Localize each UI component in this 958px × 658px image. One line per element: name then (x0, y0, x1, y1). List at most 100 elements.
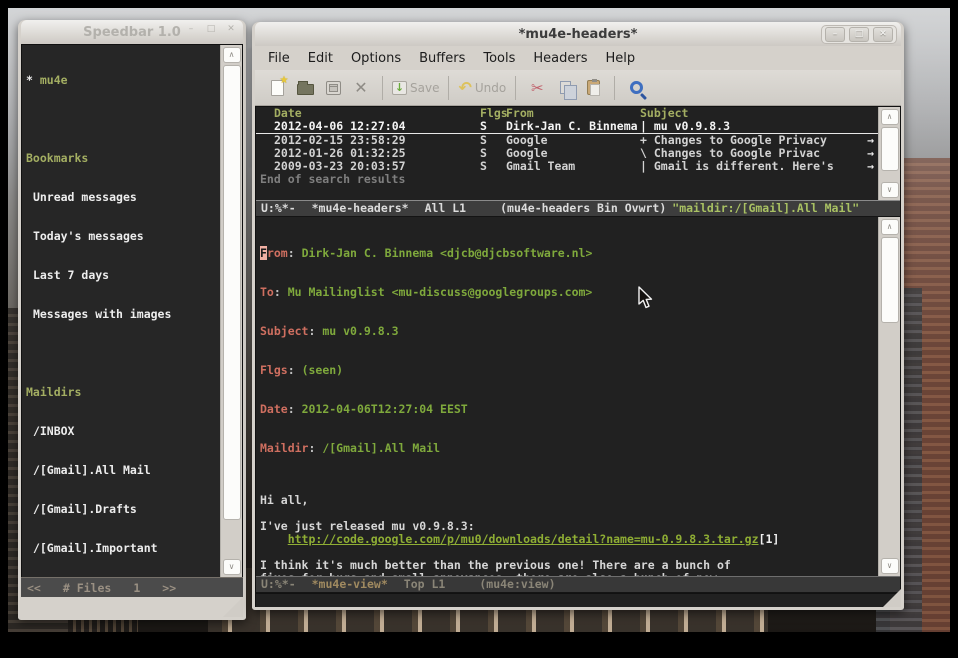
scroll-down-icon[interactable]: ∨ (223, 559, 241, 575)
cut-icon: ✂ (531, 79, 544, 97)
undo-icon: ↶ (458, 78, 471, 97)
modeline-major-mode[interactable]: (mu4e-headers Bin Ovwrt) (500, 202, 666, 215)
minimize-icon[interactable]: – (183, 23, 199, 38)
menubar: File Edit Options Buffers Tools Headers … (255, 46, 901, 70)
minimize-icon[interactable]: – (825, 27, 845, 42)
speedbar-section-bookmarks: Bookmarks (26, 152, 220, 165)
menu-item-edit[interactable]: Edit (299, 49, 342, 68)
echo-area[interactable] (256, 593, 900, 607)
speedbar-item-inbox[interactable]: /INBOX (26, 425, 220, 438)
toolbar-separator (614, 76, 615, 100)
speedbar-root-mu4e[interactable]: mu4e (40, 73, 68, 87)
speedbar-item-unread-messages[interactable]: Unread messages (26, 191, 220, 204)
resize-grip[interactable] (223, 597, 243, 617)
emacs-frame: Date Flgs From Subject 2012-04-06 12:27:… (255, 106, 901, 607)
speedbar-scroll-right[interactable]: >> (162, 581, 176, 595)
undo-button[interactable]: ↶ Undo (456, 74, 508, 102)
open-folder-icon (297, 84, 314, 95)
speedbar-item-important[interactable]: /[Gmail].Important (26, 542, 220, 555)
speedbar-scrollbar[interactable]: ∧ ∨ (220, 45, 242, 577)
speedbar-section-maildirs: Maildirs (26, 386, 220, 399)
maximize-icon[interactable]: □ (203, 23, 219, 38)
view-modeline: U:%*- *mu4e-view* Top L1 (mu4e:view) (256, 576, 900, 593)
speedbar-window-controls: – □ ✕ (183, 23, 239, 38)
text-cursor: F (260, 246, 267, 260)
message-view: From: Dirk-Jan C. Binnema <djcb@djcbsoft… (256, 217, 878, 576)
new-file-button[interactable]: ★ (263, 74, 291, 102)
scrollbar-thumb[interactable] (881, 127, 899, 171)
scroll-down-icon[interactable]: ∨ (881, 558, 899, 574)
kill-buffer-button[interactable]: ✕ (347, 74, 375, 102)
scroll-down-icon[interactable]: ∨ (881, 182, 899, 198)
speedbar-item-messages-with-images[interactable]: Messages with images (26, 308, 220, 321)
headers-scrollbar[interactable]: ∧ ∨ (878, 107, 900, 200)
body-text: I think it's much better than the previo… (260, 558, 745, 576)
close-icon[interactable]: ✕ (223, 23, 239, 38)
field-subject: Subject: mu v0.9.8.3 (260, 325, 878, 338)
paste-icon (587, 80, 600, 95)
message-body: Hi all, I've just released mu v0.9.8.3: … (260, 481, 878, 576)
cut-button[interactable]: ✂ (523, 74, 551, 102)
modeline-position: All L1 (425, 202, 467, 215)
maximize-icon[interactable]: □ (849, 27, 869, 42)
copy-button[interactable] (551, 74, 579, 102)
footnote-ref: [1] (759, 532, 780, 546)
end-of-search-results: End of search results (256, 173, 878, 186)
headers-modeline: U:%*- *mu4e-headers* All L1 (mu4e-header… (256, 200, 900, 217)
modeline-major-mode[interactable]: (mu4e:view) (479, 578, 555, 591)
download-link[interactable]: http://code.google.com/p/mu0/downloads/d… (288, 532, 759, 546)
dired-button[interactable] (319, 74, 347, 102)
speedbar-item-todays-messages[interactable]: Today's messages (26, 230, 220, 243)
star-icon: ★ (280, 75, 289, 86)
scrollbar-thumb[interactable] (881, 237, 899, 323)
modeline-status: U:%*- (261, 578, 296, 591)
undo-button-label: Undo (475, 81, 506, 95)
field-to: To: Mu Mailinglist <mu-discuss@googlegro… (260, 286, 878, 299)
main-window-controls: – □ ✕ (821, 25, 897, 44)
menu-item-tools[interactable]: Tools (474, 49, 524, 68)
field-maildir: Maildir: /[Gmail].All Mail (260, 442, 878, 455)
speedbar-item-all-mail[interactable]: /[Gmail].All Mail (26, 464, 220, 477)
header-row-selected[interactable]: 2012-04-06 12:27:04 S Dirk-Jan C. Binnem… (256, 120, 878, 134)
view-scrollbar[interactable]: ∧ ∨ (878, 217, 900, 576)
scroll-up-icon[interactable]: ∧ (223, 47, 241, 63)
close-icon[interactable]: ✕ (873, 27, 893, 42)
scroll-up-icon[interactable]: ∧ (881, 109, 899, 125)
copy-icon (560, 81, 571, 94)
speedbar-item-last-7-days[interactable]: Last 7 days (26, 269, 220, 282)
scroll-up-icon[interactable]: ∧ (881, 219, 899, 235)
speedbar-titlebar[interactable]: Speedbar 1.0 – □ ✕ (21, 20, 243, 44)
modeline-position: Top L1 (404, 578, 446, 591)
menu-item-options[interactable]: Options (342, 49, 410, 68)
close-buffer-icon: ✕ (354, 78, 367, 97)
toolbar-separator (382, 76, 383, 100)
modeline-status: U:%*- (261, 202, 296, 215)
save-button-label: Save (410, 81, 439, 95)
modeline-buffer-name[interactable]: *mu4e-headers* (312, 202, 409, 215)
open-file-button[interactable] (291, 74, 319, 102)
save-button[interactable]: ↓ Save (390, 74, 441, 102)
field-from: From: Dirk-Jan C. Binnema <djcb@djcbsoft… (260, 247, 878, 260)
resize-grip[interactable] (883, 589, 901, 607)
main-titlebar[interactable]: *mu4e-headers* – □ ✕ (255, 22, 901, 46)
mu4e-headers-pane: Date Flgs From Subject 2012-04-06 12:27:… (256, 107, 900, 200)
speedbar-content: * mu4e Bookmarks Unread messages Today's… (22, 45, 220, 577)
search-button[interactable] (622, 74, 650, 102)
mu4e-view-pane: From: Dirk-Jan C. Binnema <djcb@djcbsoft… (256, 217, 900, 576)
menu-item-headers[interactable]: Headers (524, 49, 596, 68)
speedbar-item-drafts[interactable]: /[Gmail].Drafts (26, 503, 220, 516)
menu-item-help[interactable]: Help (597, 49, 645, 68)
field-date: Date: 2012-04-06T12:27:04 EEST (260, 403, 878, 416)
menu-item-buffers[interactable]: Buffers (410, 49, 474, 68)
speedbar-scroll-left[interactable]: << (27, 581, 41, 595)
speedbar-files-count: 1 (133, 581, 140, 595)
file-cabinet-icon (326, 81, 341, 95)
scrollbar-thumb[interactable] (223, 65, 241, 520)
desktop: Speedbar 1.0 – □ ✕ * mu4e Bookmarks Unre… (0, 0, 958, 658)
menu-item-file[interactable]: File (259, 49, 299, 68)
modeline-buffer-name[interactable]: *mu4e-view* (312, 578, 388, 591)
modeline-search-query: "maildir:/[Gmail].All Mail" (672, 202, 859, 215)
paste-button[interactable] (579, 74, 607, 102)
toolbar-separator (515, 76, 516, 100)
field-flags: Flgs: (seen) (260, 364, 878, 377)
